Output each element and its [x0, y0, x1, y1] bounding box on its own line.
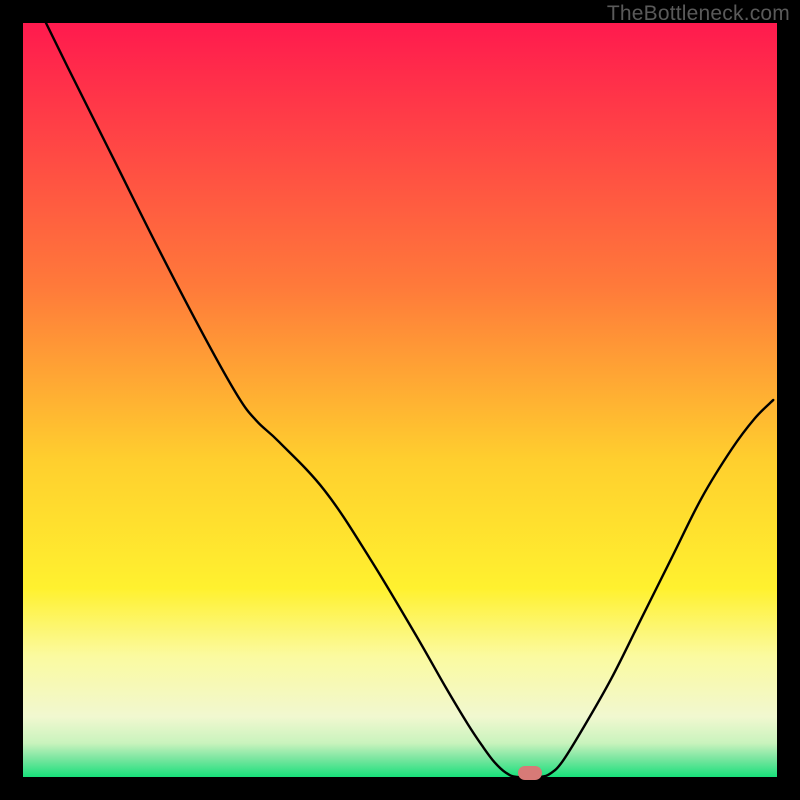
gradient-background [23, 23, 777, 777]
chart-frame [23, 23, 777, 777]
watermark-text: TheBottleneck.com [607, 2, 790, 26]
optimal-marker [518, 766, 542, 780]
